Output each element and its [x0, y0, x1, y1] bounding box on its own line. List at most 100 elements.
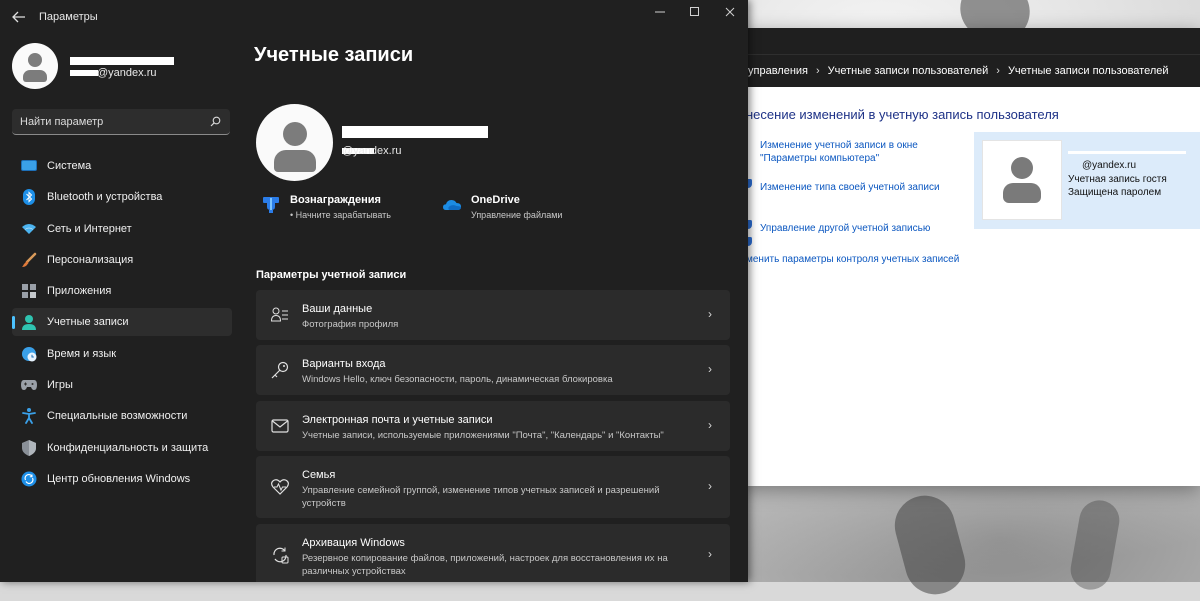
sidebar-item-privacy[interactable]: Конфиденциальность и защита — [12, 434, 232, 462]
accessibility-icon — [21, 408, 37, 425]
main-content: Учетные записи @yandex.ru Вознаграждения… — [240, 34, 748, 582]
key-icon — [271, 361, 289, 379]
search-icon[interactable] — [210, 116, 221, 127]
sidebar-item-gaming[interactable]: Игры — [12, 371, 232, 399]
card-subtitle: Управление семейной группой, изменение т… — [302, 485, 660, 509]
control-panel-titlebar[interactable] — [740, 28, 1200, 54]
titlebar[interactable]: Параметры — [0, 0, 748, 34]
person-icon — [21, 314, 37, 331]
rewards-title: Вознаграждения — [290, 194, 381, 206]
bluetooth-icon — [21, 189, 37, 206]
avatar[interactable] — [12, 43, 58, 89]
your-info-card[interactable]: Ваши данные Фотография профиля › — [256, 290, 730, 340]
redacted-email-prefix — [70, 70, 98, 76]
person-details-icon — [271, 307, 288, 322]
apps-icon — [21, 283, 37, 299]
card-title: Ваши данные — [302, 303, 373, 315]
sidebar-item-windows-update[interactable]: Центр обновления Windows — [12, 465, 232, 493]
uac-settings-link[interactable]: менить параметры контроля учетных записе… — [746, 253, 959, 266]
sidebar-item-label: Специальные возможности — [47, 410, 188, 423]
breadcrumb-item[interactable]: Учетные записи пользователей — [828, 65, 989, 77]
manage-other-account-link[interactable]: Управление другой учетной записью — [760, 222, 930, 235]
page-title: Учетные записи — [254, 44, 414, 66]
sidebar-item-label: Система — [47, 160, 92, 172]
account-email: @yandex.ru — [342, 145, 402, 157]
sidebar-item-apps[interactable]: Приложения — [12, 277, 232, 305]
chevron-right-icon: › — [708, 418, 712, 432]
search-box[interactable] — [12, 109, 230, 135]
sidebar-item-accounts[interactable]: Учетные записи — [12, 308, 232, 337]
brush-icon — [21, 252, 37, 268]
chevron-right-icon: › — [708, 307, 712, 321]
onedrive-subtitle: Управление файлами — [471, 210, 563, 220]
user-account-card: @yandex.ru Учетная запись гостя Защищена… — [974, 132, 1200, 229]
wallpaper-shape — [1067, 497, 1123, 593]
rewards-trophy-icon — [263, 197, 279, 213]
sidebar-item-label: Bluetooth и устройства — [47, 191, 163, 204]
sidebar-item-label: Приложения — [47, 285, 112, 298]
rewards-subtitle: • Начните зарабатывать — [290, 210, 391, 220]
minimize-button[interactable] — [643, 2, 677, 22]
sidebar-item-label: Персонализация — [47, 253, 134, 266]
control-panel-heading: несение изменений в учетную запись польз… — [746, 107, 1059, 122]
arrow-left-icon — [12, 11, 25, 23]
email-accounts-card[interactable]: Электронная почта и учетные записи Учетн… — [256, 401, 730, 451]
redacted-account-name — [342, 126, 488, 138]
sidebar-item-system[interactable]: Система — [12, 152, 232, 180]
back-button[interactable] — [8, 6, 30, 28]
sidebar-item-label: Сеть и Интернет — [47, 222, 132, 235]
user-email: @yandex.ru — [1082, 160, 1137, 171]
mail-icon — [271, 419, 289, 433]
sidebar-item-personalization[interactable]: Персонализация — [12, 246, 232, 274]
card-title: Варианты входа — [302, 358, 386, 370]
user-avatar — [982, 140, 1062, 220]
breadcrumb-item[interactable]: Учетные записи пользователей — [1008, 65, 1169, 77]
chevron-right-icon: › — [708, 547, 712, 561]
wallpaper-shape — [888, 488, 972, 601]
sidebar-item-label: Центр обновления Windows — [47, 472, 191, 485]
profile-email: @yandex.ru — [97, 67, 157, 79]
windows-backup-card[interactable]: Архивация Windows Резервное копирование … — [256, 524, 730, 582]
card-title: Архивация Windows — [302, 537, 405, 549]
account-avatar[interactable] — [256, 104, 333, 181]
breadcrumb-item[interactable]: управления — [748, 65, 808, 77]
search-input[interactable] — [20, 114, 200, 130]
sidebar-item-time-language[interactable]: Время и язык — [12, 340, 232, 368]
sidebar-item-accessibility[interactable]: Специальные возможности — [12, 402, 232, 430]
control-panel-window[interactable]: управления › Учетные записи пользователе… — [740, 28, 1200, 486]
maximize-button[interactable] — [678, 2, 712, 22]
sidebar-item-label: Конфиденциальность и защита — [47, 441, 209, 454]
sign-in-options-card[interactable]: Варианты входа Windows Hello, ключ безоп… — [256, 345, 730, 395]
sidebar-item-label: Игры — [47, 379, 73, 392]
gamepad-icon — [21, 377, 37, 393]
backup-icon — [273, 547, 289, 564]
wifi-icon — [21, 221, 37, 237]
sidebar-item-bluetooth[interactable]: Bluetooth и устройства — [12, 183, 232, 211]
breadcrumb-separator-icon: › — [996, 65, 1000, 77]
card-subtitle: Windows Hello, ключ безопасности, пароль… — [302, 374, 613, 385]
sidebar-item-label: Учетные записи — [47, 316, 129, 329]
globe-clock-icon — [21, 346, 37, 362]
chevron-right-icon: › — [708, 479, 712, 493]
monitor-icon — [21, 158, 37, 174]
breadcrumb[interactable]: управления › Учетные записи пользователе… — [740, 54, 1200, 87]
change-account-in-settings-link[interactable]: Изменение учетной записи в окне "Парамет… — [760, 139, 930, 165]
settings-window: Параметры @yandex.ru Система Bluetoot — [0, 0, 748, 582]
family-card[interactable]: Семья Управление семейной группой, измен… — [256, 456, 730, 518]
sidebar-item-label: Время и язык — [47, 347, 117, 360]
maximize-icon — [690, 7, 699, 16]
redacted-profile-name — [70, 57, 174, 65]
sidebar-item-network[interactable]: Сеть и Интернет — [12, 215, 232, 243]
card-title: Электронная почта и учетные записи — [302, 414, 493, 426]
sidebar-nav: Система Bluetooth и устройства Сеть и Ин… — [12, 152, 232, 496]
close-button[interactable] — [713, 2, 747, 22]
chevron-right-icon: › — [708, 362, 712, 376]
account-type: Учетная запись гостя — [1068, 174, 1167, 185]
card-subtitle: Фотография профиля — [302, 319, 399, 330]
change-account-type-link[interactable]: Изменение типа своей учетной записи — [760, 181, 940, 194]
card-title: Семья — [302, 469, 336, 481]
redacted-username — [1068, 151, 1186, 154]
shield-icon — [21, 439, 37, 456]
section-title: Параметры учетной записи — [256, 269, 407, 281]
card-subtitle: Резервное копирование файлов, приложений… — [302, 553, 668, 577]
